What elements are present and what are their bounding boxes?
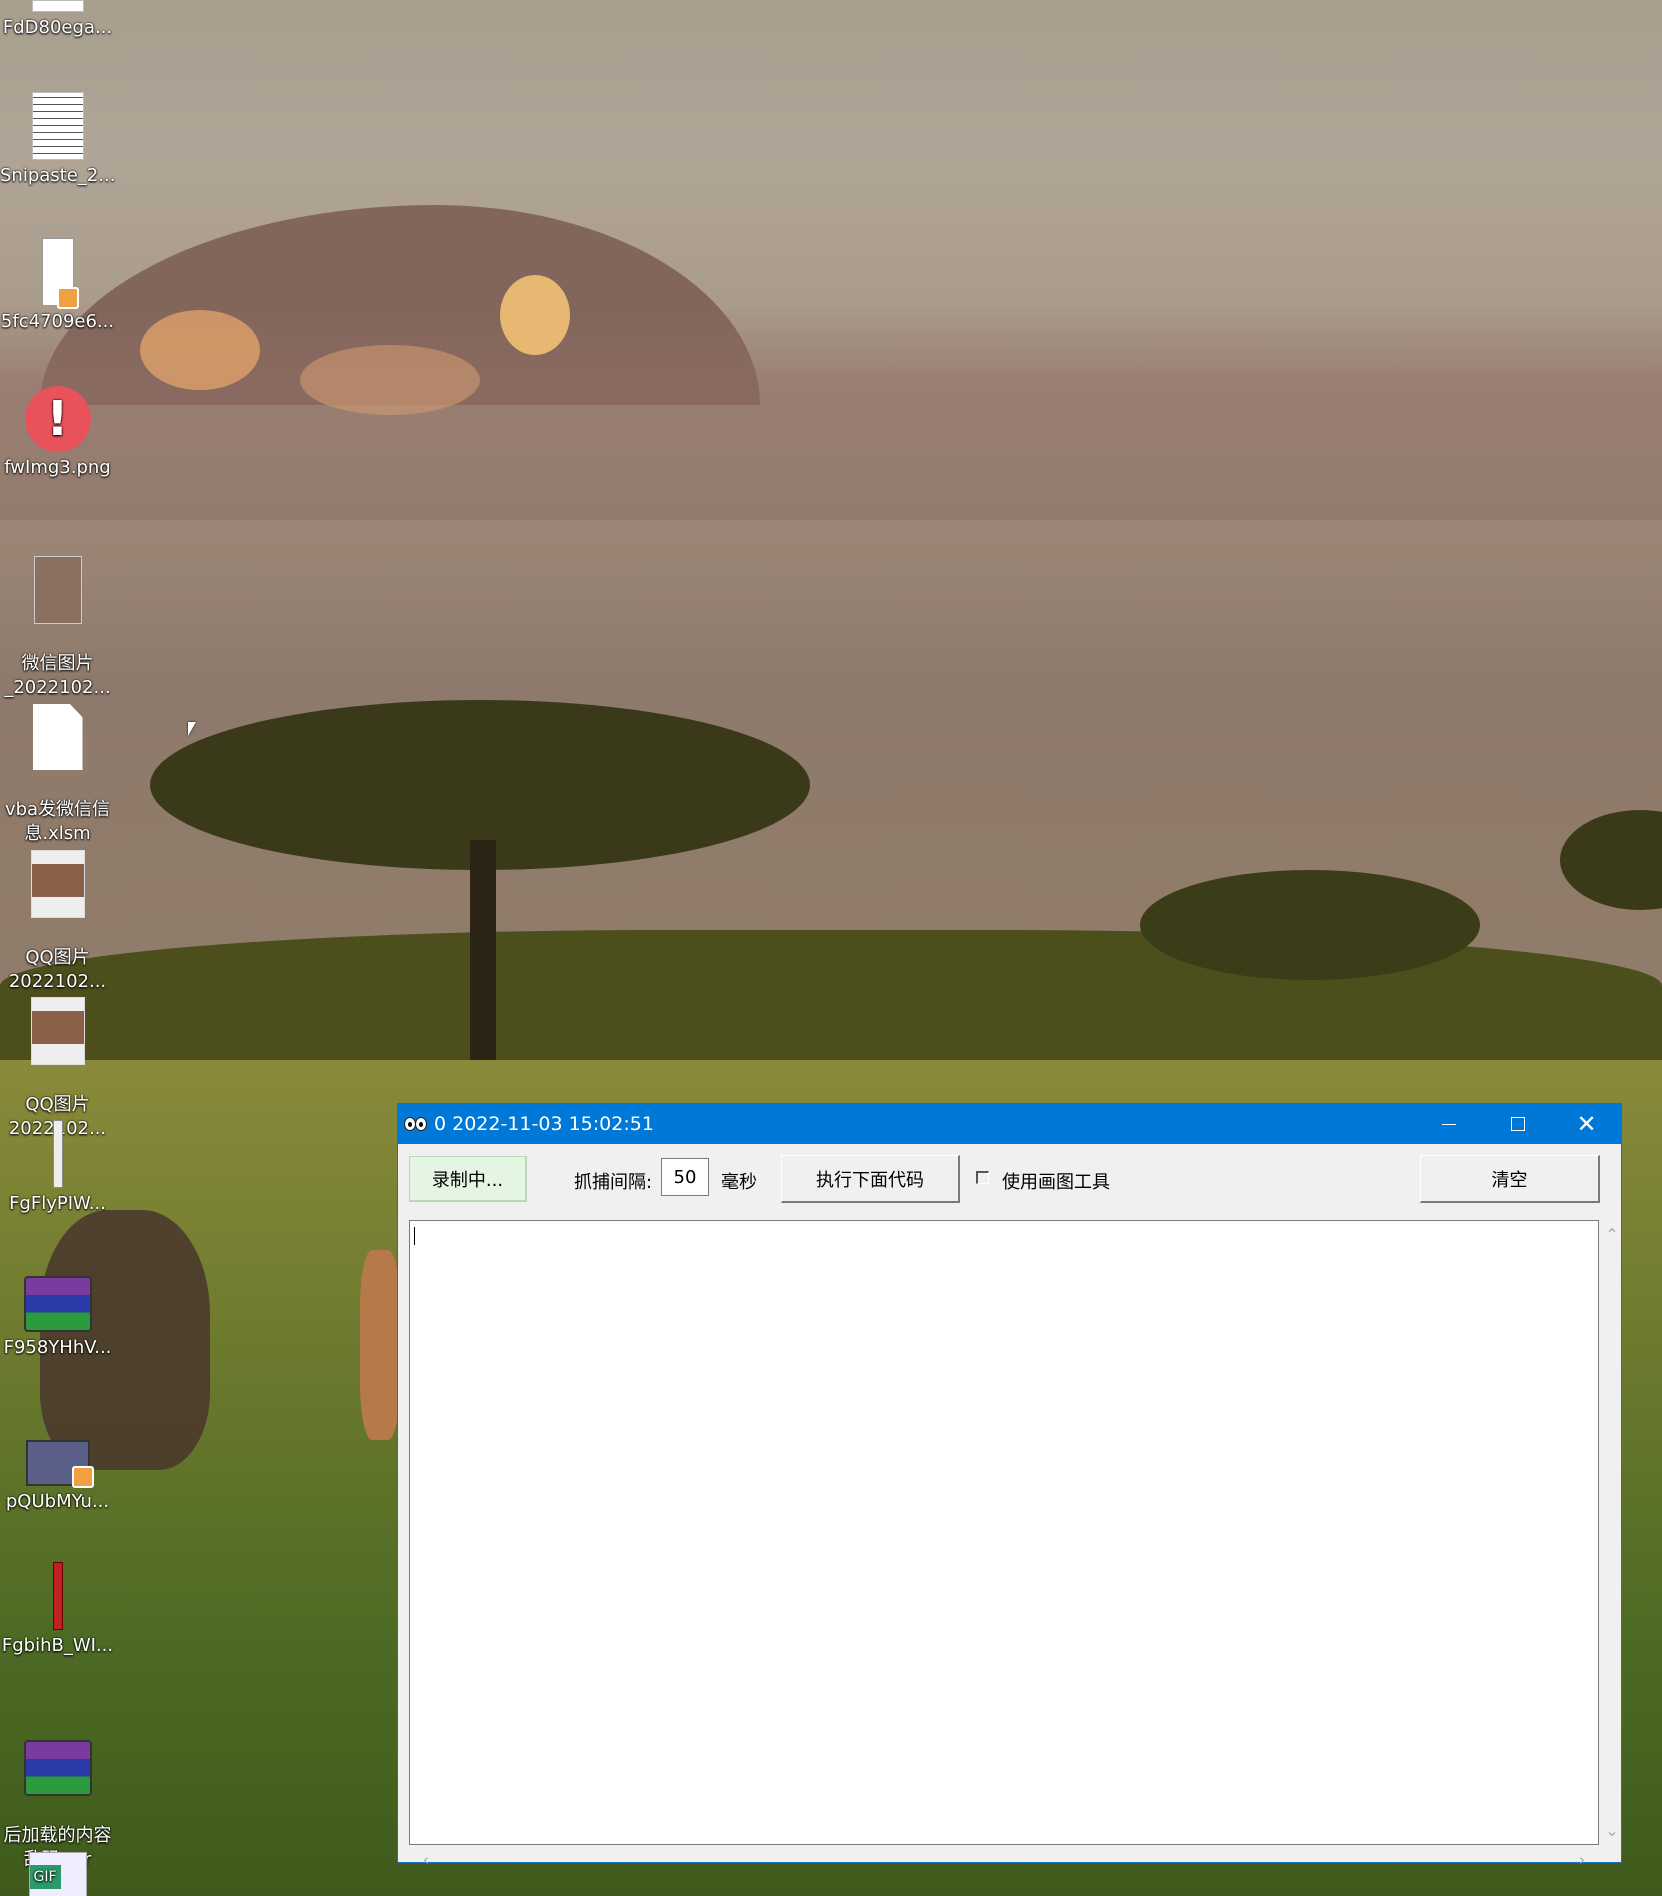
close-button[interactable]: ✕	[1552, 1104, 1621, 1144]
image-file-icon	[52, 1120, 63, 1188]
scroll-right-icon[interactable]: ›	[1570, 1850, 1594, 1869]
maximize-icon	[1510, 1117, 1525, 1131]
desktop-icon[interactable]: pQUbMYu...	[0, 1440, 115, 1514]
document-icon	[31, 0, 84, 12]
horizontal-scrollbar[interactable]: ‹ ›	[410, 1848, 1598, 1872]
desktop-icon-label: pQUbMYu...	[5, 1491, 110, 1512]
desktop-icon[interactable]: Snipaste_2...	[0, 92, 115, 188]
interval-label: 抓捕间隔:	[574, 1172, 653, 1193]
desktop-icon[interactable]: FdD80ega...	[0, 0, 115, 40]
text-caret	[414, 1227, 415, 1245]
blank-file-icon	[32, 704, 83, 770]
wallpaper-cloud	[140, 310, 260, 390]
wallpaper-cloud	[500, 275, 570, 355]
desktop-icon-label: Snipaste_2...	[0, 165, 116, 186]
rar-archive-icon	[23, 1740, 92, 1796]
desktop-icon[interactable]: GIF	[0, 1852, 115, 1896]
desktop-icon-label: FdD80ega...	[2, 17, 113, 38]
rar-archive-icon	[23, 1276, 92, 1332]
mouse-cursor-icon	[188, 722, 196, 736]
execute-code-button[interactable]: 执行下面代码	[781, 1155, 960, 1203]
toolbar: 录制中... 抓捕间隔: 毫秒 执行下面代码 使用画图工具 清空	[398, 1144, 1621, 1216]
image-file-icon	[52, 1562, 63, 1630]
use-paint-checkbox[interactable]	[976, 1171, 989, 1184]
desktop-icon[interactable]: F958YHhV...	[0, 1276, 115, 1360]
scroll-left-icon[interactable]: ‹	[414, 1850, 438, 1869]
gif-badge: GIF	[29, 1865, 61, 1889]
desktop-icon[interactable]: FgbihB_WI...	[0, 1562, 115, 1658]
record-button[interactable]: 录制中...	[409, 1156, 527, 1202]
app-owl-icon	[404, 1114, 428, 1134]
error-image-icon: !	[24, 386, 91, 452]
wallpaper-antelope	[360, 1250, 400, 1440]
wallpaper-tree	[1560, 810, 1662, 910]
wallpaper-cloud	[300, 345, 480, 415]
interval-input[interactable]	[661, 1158, 709, 1196]
gif-file-icon: GIF	[28, 1852, 87, 1896]
desktop-icon[interactable]: ! fwImg3.png	[0, 386, 115, 480]
desktop-icon-label: FgFlyPIW...	[9, 1193, 106, 1214]
maximize-button[interactable]	[1483, 1104, 1552, 1144]
clear-button[interactable]: 清空	[1420, 1155, 1600, 1203]
minimize-button[interactable]	[1414, 1104, 1483, 1144]
video-file-icon	[41, 238, 79, 309]
title-bar[interactable]: 0 2022-11-03 15:02:51 ✕	[398, 1104, 1621, 1144]
minimize-icon	[1441, 1123, 1456, 1125]
code-editor[interactable]: ⌃ ⌄ ‹ ›	[409, 1220, 1619, 1869]
scroll-up-icon[interactable]: ⌃	[1600, 1225, 1624, 1244]
wallpaper-trunk	[470, 840, 496, 1090]
photo-icon	[33, 556, 82, 624]
desktop-icon-label: fwImg3.png	[4, 457, 111, 478]
recorder-window: 0 2022-11-03 15:02:51 ✕ 录制中... 抓捕间隔: 毫秒 …	[397, 1103, 1622, 1869]
desktop-icon-label: FgbihB_WI...	[1, 1635, 114, 1656]
desktop-icon[interactable]: FgFlyPIW...	[0, 1120, 115, 1216]
desktop-icon-label: F958YHhV...	[3, 1337, 112, 1358]
scroll-down-icon[interactable]: ⌄	[1600, 1821, 1624, 1840]
desktop-icon-label: 5fc4709e6...	[0, 311, 115, 332]
interval-unit-label: 毫秒	[721, 1172, 757, 1193]
window-title: 0 2022-11-03 15:02:51	[434, 1113, 654, 1135]
close-icon: ✕	[1576, 1110, 1597, 1138]
photo-icon	[30, 850, 85, 918]
photo-icon	[30, 997, 85, 1065]
video-file-icon	[25, 1440, 94, 1488]
vertical-scrollbar[interactable]: ⌃ ⌄	[1600, 1221, 1624, 1844]
document-icon	[31, 92, 84, 160]
desktop-icon[interactable]: 5fc4709e6...	[0, 238, 115, 334]
wallpaper-tree	[1140, 870, 1480, 980]
use-paint-label[interactable]: 使用画图工具	[1002, 1168, 1110, 1194]
